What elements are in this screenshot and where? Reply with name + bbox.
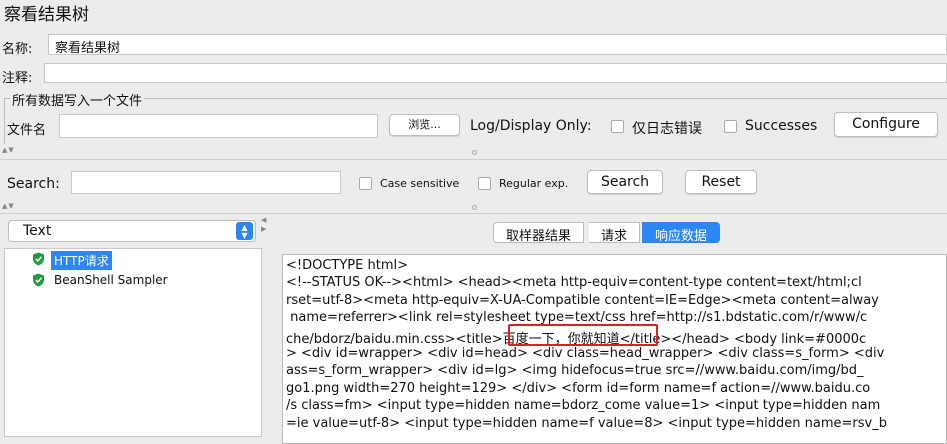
tab-response-data[interactable]: 响应数据 [642,222,721,244]
collapse-arrows-icon[interactable]: ▲▼ [2,202,15,210]
collapse-arrows-icon[interactable]: ▲▼ [2,146,15,154]
window-title: 察看结果树 [4,5,89,25]
title-highlight-box [508,324,658,346]
case-sensitive-label: Case sensitive [380,177,460,190]
file-group-legend: 所有数据写入一个文件 [10,90,145,109]
divider [0,159,947,160]
divider-handle-icon[interactable] [472,205,477,210]
case-sensitive-checkbox[interactable] [359,177,372,190]
search-input[interactable] [71,171,341,194]
errors-only-label: 仅日志错误 [632,121,702,137]
regular-exp-checkbox[interactable] [478,177,491,190]
name-field[interactable]: 察看结果树 [48,34,947,56]
tab-sampler-result[interactable]: 取样器结果 [493,222,585,244]
file-name-input[interactable] [59,114,378,138]
successes-checkbox[interactable] [724,120,737,133]
search-label: Search: [7,176,60,192]
log-display-label: Log/Display Only: [470,118,592,134]
name-label: 名称: [2,42,33,57]
comment-field[interactable] [44,63,947,83]
response-line: <!DOCTYPE html> [286,258,408,273]
tree-item-http-request[interactable]: HTTP请求 [51,251,112,270]
tab-request[interactable]: 请求 [589,222,641,244]
split-arrows-icon[interactable]: ◀ ▶ [261,216,266,234]
divider [0,213,947,214]
response-line: name=referrer><link rel=stylesheet type=… [286,310,868,325]
reset-button[interactable]: Reset [685,170,757,194]
configure-button[interactable]: Configure [834,112,938,137]
success-shield-icon [33,273,44,287]
regular-exp-label: Regular exp. [499,177,569,190]
response-line: =ie value=utf-8> <input type=hidden name… [286,416,887,431]
successes-label: Successes [745,118,818,134]
renderer-select-value: Text [23,223,52,239]
response-line: go1.png width=270 height=129> </div> <fo… [286,381,871,396]
response-line: ass=s_form_wrapper> <div id=lg> <img hid… [286,363,864,378]
response-text-area[interactable]: <!DOCTYPE html> <!--STATUS OK--><html> <… [282,254,947,444]
response-line: /s class=fm> <input type=hidden name=bdo… [286,398,881,413]
response-line: <!--STATUS OK--><html> <head><meta http-… [286,275,862,290]
comment-label: 注释: [2,71,33,86]
response-line: rset=utf-8><meta http-equiv=X-UA-Compati… [286,293,879,308]
divider-handle-icon[interactable] [472,150,477,155]
file-name-label: 文件名 [7,123,47,138]
search-button[interactable]: Search [587,170,663,194]
success-shield-icon [33,252,44,266]
tree-item-beanshell-sampler[interactable]: BeanShell Sampler [54,273,168,287]
renderer-select[interactable]: Text ▲ ▼ [8,220,256,242]
response-line: > <div id=wrapper> <div id=head> <div cl… [286,346,885,361]
errors-only-checkbox[interactable] [611,120,624,133]
browse-button[interactable]: 浏览... [389,114,460,136]
select-arrows-icon: ▲ ▼ [236,222,253,240]
